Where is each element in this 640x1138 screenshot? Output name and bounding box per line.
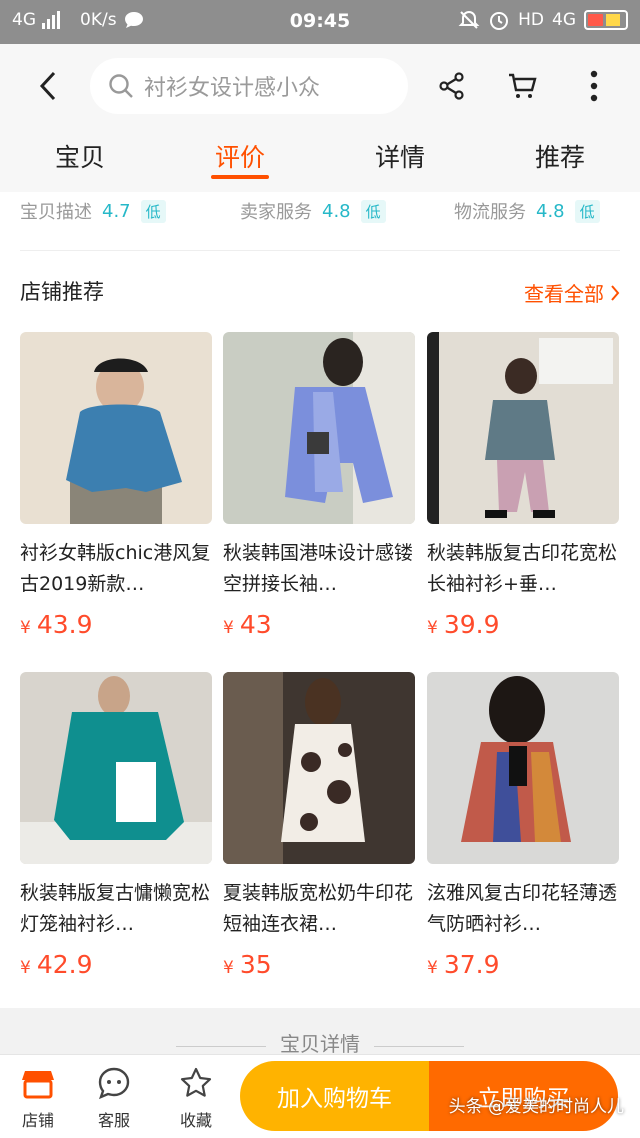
back-arrow-icon xyxy=(39,71,56,101)
product-image xyxy=(20,672,212,864)
rating-level-badge: 低 xyxy=(360,199,386,223)
currency-symbol: ¥ xyxy=(20,618,31,638)
rating-service: 卖家服务 4.8 低 xyxy=(240,198,386,224)
tab-bar: 宝贝 评价 详情 推荐 xyxy=(0,134,640,192)
favorite-button[interactable]: 收藏 xyxy=(166,1065,226,1131)
rating-score: 4.8 xyxy=(322,200,351,222)
favorite-label: 收藏 xyxy=(179,1111,212,1130)
rating-level-badge: 低 xyxy=(574,199,600,223)
product-title: 秋装韩版复古印花宽松长袖衬衫+垂… xyxy=(427,542,618,595)
product-price: ¥37.9 xyxy=(427,950,619,979)
service-label: 客服 xyxy=(97,1111,130,1130)
product-title: 夏装韩版宽松奶牛印花短袖连衣裙… xyxy=(223,882,414,935)
watermark: 头条 @爱美的时尚人儿 xyxy=(448,1097,624,1117)
product-title: 秋装韩版复古慵懒宽松灯笼袖衬衫… xyxy=(20,882,211,935)
rating-level-badge: 低 xyxy=(140,199,166,223)
shop-button[interactable]: 店铺 xyxy=(8,1065,68,1131)
star-icon xyxy=(180,1067,212,1097)
alarm-icon xyxy=(490,12,509,30)
product-card[interactable]: 秋装韩版复古慵懒宽松灯笼袖衬衫… ¥42.9 xyxy=(20,672,212,979)
tab-baobei[interactable]: 宝贝 xyxy=(25,138,135,174)
rating-score: 4.8 xyxy=(536,200,565,222)
cart-icon xyxy=(509,73,537,98)
currency-symbol: ¥ xyxy=(427,618,438,638)
tab-pingjia[interactable]: 评价 xyxy=(185,138,295,174)
detail-section-header: 宝贝详情 xyxy=(0,1008,640,1056)
product-price: ¥43 xyxy=(223,610,415,639)
product-title: 衬衫女韩版chic港风复古2019新款… xyxy=(20,542,211,595)
price-value: 39.9 xyxy=(443,610,500,639)
battery-icon xyxy=(584,10,628,30)
product-price: ¥35 xyxy=(223,950,415,979)
add-to-cart-button[interactable]: 加入购物车 xyxy=(240,1061,429,1131)
status-right: HD 4G xyxy=(458,9,628,31)
price-value: 42.9 xyxy=(36,950,93,979)
rating-label: 卖家服务 xyxy=(240,202,312,223)
product-card[interactable]: 秋装韩国港味设计感镂空拼接长袖… ¥43 xyxy=(223,332,415,639)
price-value: 37.9 xyxy=(443,950,500,979)
see-all-label: 查看全部 xyxy=(524,282,604,306)
back-button[interactable] xyxy=(28,66,68,106)
product-image xyxy=(20,332,212,524)
more-button[interactable] xyxy=(574,66,614,106)
currency-symbol: ¥ xyxy=(20,958,31,978)
product-image xyxy=(223,672,415,864)
currency-symbol: ¥ xyxy=(427,958,438,978)
product-image xyxy=(223,332,415,524)
shop-label: 店铺 xyxy=(21,1111,54,1130)
product-card[interactable]: 秋装韩版复古印花宽松长袖衬衫+垂… ¥39.9 xyxy=(427,332,619,639)
more-vertical-icon xyxy=(590,70,598,102)
cart-button[interactable] xyxy=(502,66,542,106)
product-title: 秋装韩国港味设计感镂空拼接长袖… xyxy=(223,542,414,595)
product-price: ¥43.9 xyxy=(20,610,212,639)
detail-section-label: 宝贝详情 xyxy=(280,1032,360,1056)
price-value: 35 xyxy=(239,950,272,979)
product-card[interactable]: 泫雅风复古印花轻薄透气防晒衬衫… ¥37.9 xyxy=(427,672,619,979)
tab-xiangqing[interactable]: 详情 xyxy=(345,138,455,174)
search-input[interactable]: 衬衫女设计感小众 xyxy=(90,58,408,114)
product-price: ¥39.9 xyxy=(427,610,619,639)
product-card[interactable]: 衬衫女韩版chic港风复古2019新款… ¥43.9 xyxy=(20,332,212,639)
shop-recommend-title: 店铺推荐 xyxy=(20,280,104,304)
network-right-label: 4G xyxy=(552,10,576,30)
product-card[interactable]: 夏装韩版宽松奶牛印花短袖连衣裙… ¥35 xyxy=(223,672,415,979)
currency-symbol: ¥ xyxy=(223,618,234,638)
see-all-link[interactable]: 查看全部 xyxy=(524,278,620,307)
shop-ratings: 宝贝描述 4.7 低 卖家服务 4.8 低 物流服务 4.8 低 xyxy=(0,192,640,232)
price-value: 43.9 xyxy=(36,610,93,639)
rating-score: 4.7 xyxy=(102,200,131,222)
divider xyxy=(374,1046,464,1047)
rating-description: 宝贝描述 4.7 低 xyxy=(20,198,166,224)
price-value: 43 xyxy=(239,610,272,639)
mute-bell-icon xyxy=(458,10,480,29)
active-tab-indicator xyxy=(211,175,269,179)
currency-symbol: ¥ xyxy=(223,958,234,978)
rating-logistics: 物流服务 4.8 低 xyxy=(454,198,600,224)
share-button[interactable] xyxy=(432,66,472,106)
product-title: 泫雅风复古印花轻薄透气防晒衬衫… xyxy=(427,882,618,935)
product-image xyxy=(427,672,619,864)
search-icon xyxy=(109,74,133,98)
tab-tuijian[interactable]: 推荐 xyxy=(505,138,615,174)
customer-service-button[interactable]: 客服 xyxy=(84,1065,144,1131)
nav-bar: 衬衫女设计感小众 xyxy=(0,44,640,134)
rating-label: 宝贝描述 xyxy=(20,202,92,223)
shop-icon xyxy=(22,1071,54,1099)
chat-bubble-icon xyxy=(98,1067,130,1100)
hd-label: HD xyxy=(518,10,544,30)
product-price: ¥42.9 xyxy=(20,950,212,979)
product-image xyxy=(427,332,619,524)
search-placeholder: 衬衫女设计感小众 xyxy=(144,76,321,101)
status-bar: 4G 0K/s 09:45 HD 4G xyxy=(0,0,640,44)
chevron-right-icon xyxy=(611,284,620,301)
divider xyxy=(20,250,620,251)
share-icon xyxy=(439,72,464,100)
rating-label: 物流服务 xyxy=(454,202,526,223)
